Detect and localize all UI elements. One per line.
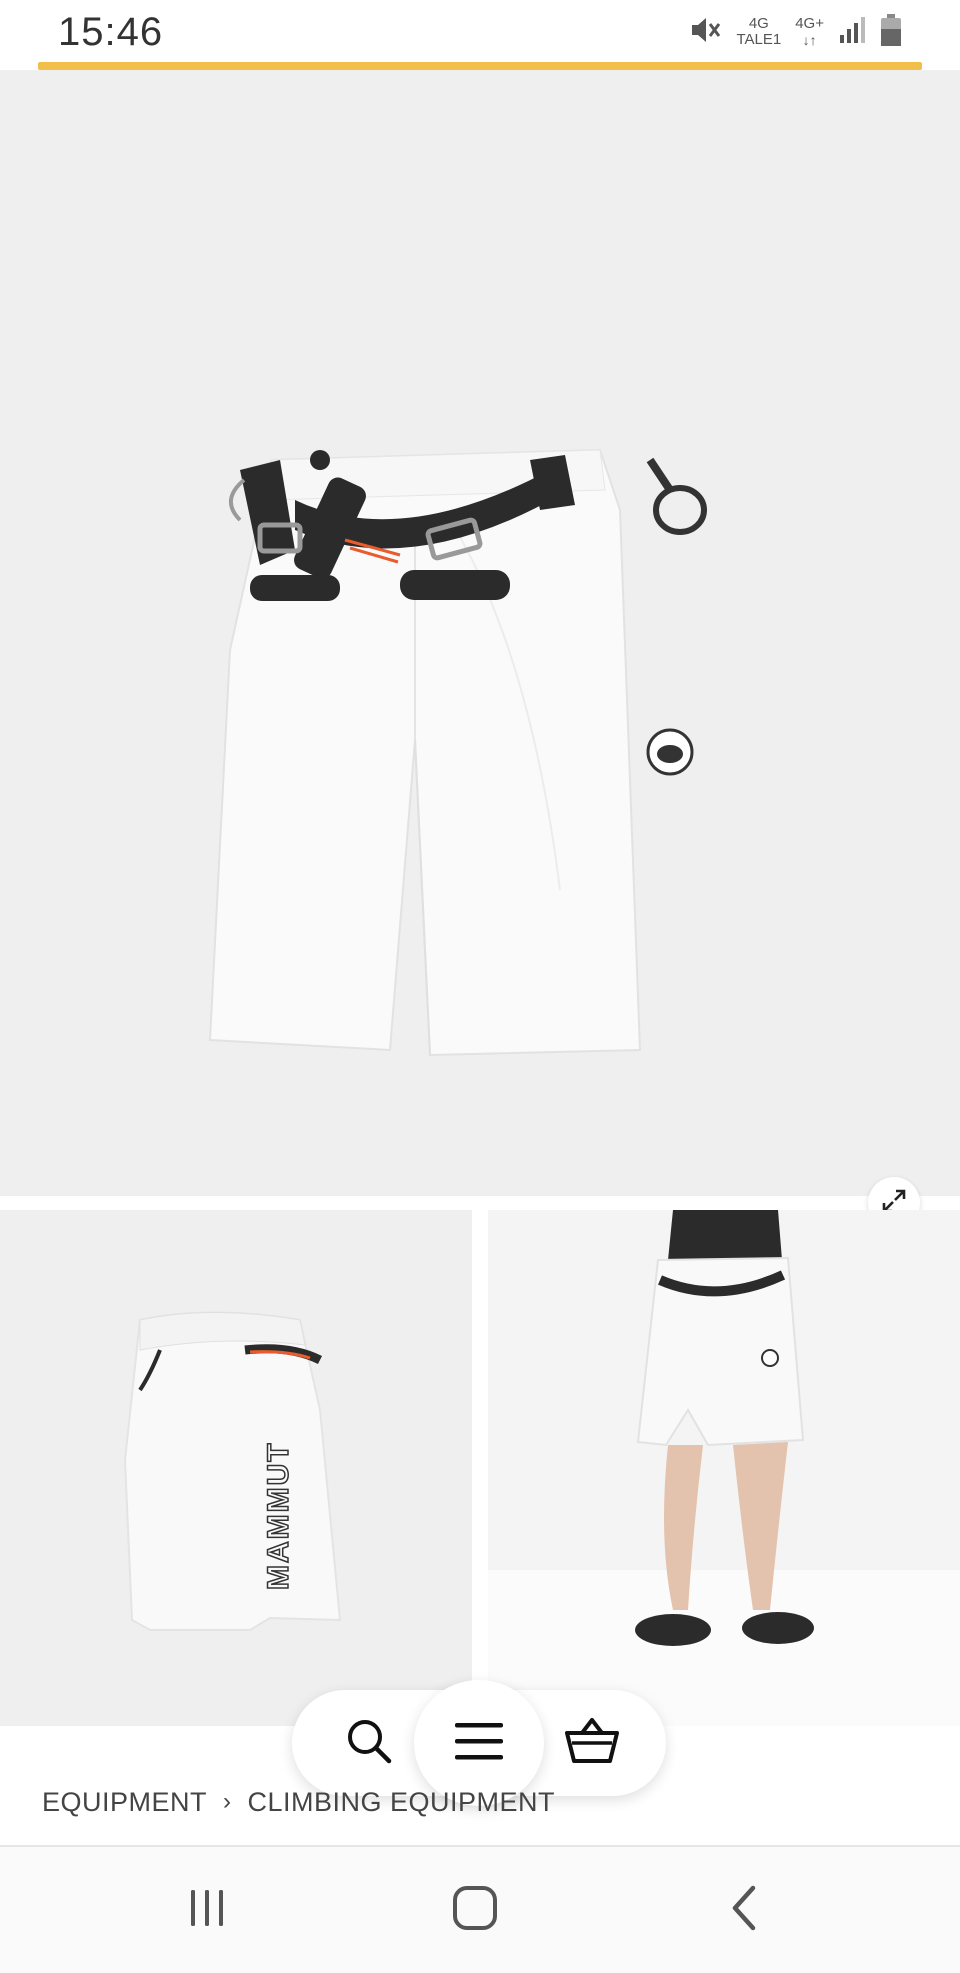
- page-loading-progress: [38, 62, 922, 70]
- recent-apps-button[interactable]: [162, 1875, 252, 1945]
- system-nav-bar: [0, 1847, 960, 1973]
- status-time: 15:46: [58, 10, 164, 54]
- recent-apps-icon: [185, 1886, 229, 1935]
- product-thumbnail-back[interactable]: MAMMUT: [0, 1210, 472, 1726]
- brand-print: MAMMUT: [262, 1441, 295, 1590]
- battery-icon: [880, 13, 902, 52]
- breadcrumb: EQUIPMENT › CLIMBING EQUIPMENT: [42, 1782, 555, 1822]
- mute-icon: [688, 13, 722, 52]
- product-thumbnail-model[interactable]: [488, 1210, 960, 1726]
- basket-icon: [564, 1715, 620, 1772]
- data-arrows-icon: ↓↑: [802, 32, 817, 48]
- climbing-shorts-image: [208, 448, 707, 1057]
- basket-button[interactable]: [537, 1690, 647, 1796]
- shorts-back-image: MAMMUT: [123, 1311, 342, 1631]
- signal-icon: [838, 15, 866, 50]
- product-main-image[interactable]: [0, 70, 960, 1229]
- chevron-right-icon: ›: [223, 1788, 232, 1815]
- menu-icon: [453, 1719, 505, 1768]
- network-indicator-2: 4G+ ↓↑: [795, 15, 824, 49]
- breadcrumb-item-climbing-equipment[interactable]: CLIMBING EQUIPMENT: [248, 1787, 556, 1818]
- home-icon: [451, 1884, 499, 1937]
- search-icon: [343, 1715, 395, 1772]
- model-image: [488, 1210, 960, 1726]
- status-icons: 4G TALE1 4G+ ↓↑: [688, 12, 902, 52]
- search-button[interactable]: [314, 1690, 424, 1796]
- back-icon: [725, 1884, 765, 1937]
- status-bar: 15:46 4G TALE1 4G+ ↓↑: [0, 0, 960, 70]
- network-indicator-1: 4G TALE1: [736, 15, 782, 48]
- floating-nav: [292, 1680, 666, 1806]
- home-button[interactable]: [430, 1875, 520, 1945]
- breadcrumb-item-equipment[interactable]: EQUIPMENT: [42, 1787, 207, 1818]
- back-button[interactable]: [700, 1875, 790, 1945]
